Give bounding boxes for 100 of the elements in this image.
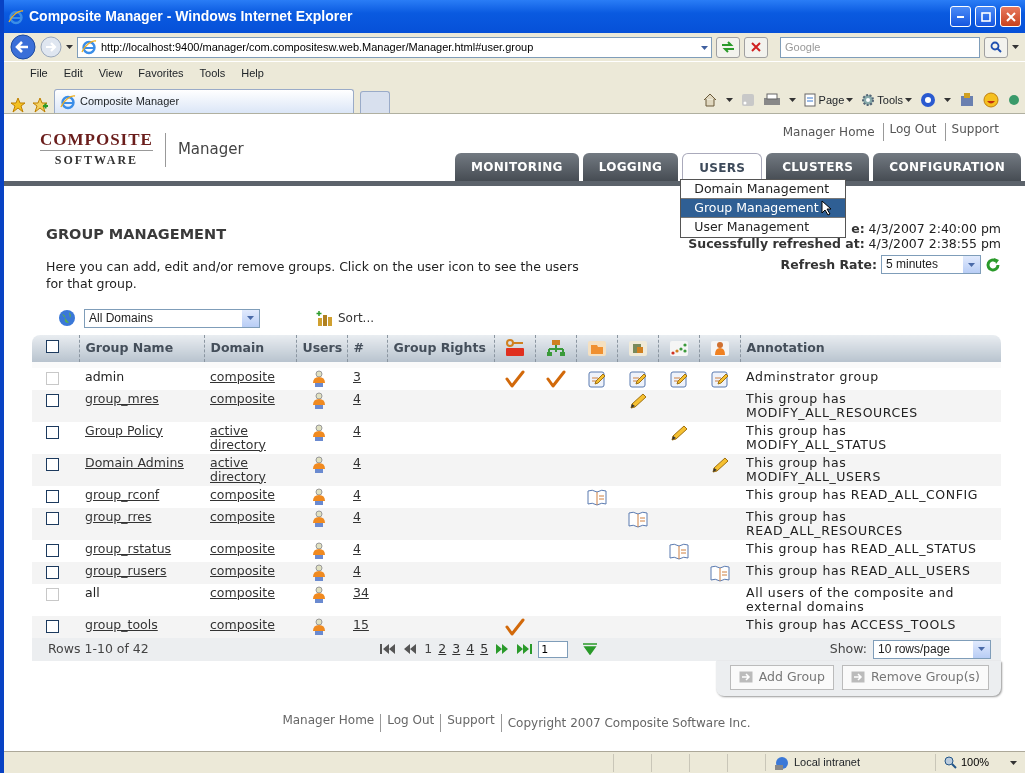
member-count-link[interactable]: 4	[353, 422, 361, 438]
page-input[interactable]: 1	[538, 640, 569, 658]
user-icon	[312, 391, 326, 410]
nav-tab[interactable]: CONFIGURATION	[873, 153, 1021, 181]
action-button[interactable]: Add Group	[729, 664, 834, 690]
domain-link[interactable]: composite	[210, 541, 275, 556]
sort-link[interactable]: Sort...	[316, 309, 375, 328]
menu-item[interactable]: Favorites	[130, 63, 192, 84]
row-checkbox[interactable]	[46, 511, 59, 525]
member-count-link[interactable]: 4	[353, 540, 361, 556]
favorites-star-icon	[10, 97, 26, 113]
domain-select[interactable]: All Domains	[84, 308, 260, 328]
search-options-dropdown[interactable]	[1012, 45, 1019, 49]
last-page-button[interactable]	[516, 643, 533, 656]
member-count-link[interactable]: 4	[353, 454, 361, 470]
nav-tab[interactable]: LOGGING	[582, 153, 679, 181]
header-link[interactable]: Support	[944, 123, 1001, 141]
domain-link[interactable]: composite	[210, 487, 275, 502]
domain-link[interactable]: active directory	[210, 423, 290, 452]
page-link[interactable]: 2	[438, 639, 447, 659]
menu-item[interactable]: File	[22, 63, 56, 84]
row-checkbox[interactable]	[46, 393, 59, 407]
page-link[interactable]: 5	[480, 639, 489, 659]
nav-tab[interactable]: MONITORING	[455, 153, 579, 181]
user-icon	[312, 423, 326, 442]
member-count-link[interactable]: 4	[353, 486, 361, 502]
group-name-link[interactable]: Group Policy	[85, 422, 163, 438]
first-page-button[interactable]	[380, 643, 397, 656]
description-text: Here you can add, edit and/or remove groups. Click on the user icon to see the users for that group.	[46, 257, 580, 292]
go-funnel-icon	[582, 643, 599, 656]
users-button[interactable]	[312, 455, 326, 474]
member-count-link[interactable]: 4	[353, 390, 361, 406]
users-button[interactable]	[312, 563, 326, 582]
address-field[interactable]: http://localhost:9400/manager/com.compositesw.web.Manager/Manager.html#user.group	[77, 36, 712, 58]
stop-icon	[751, 42, 761, 52]
page-link[interactable]: 3	[452, 639, 461, 659]
users-button[interactable]	[312, 541, 326, 560]
refresh-button[interactable]	[716, 36, 740, 58]
member-count-link[interactable]: 4	[353, 562, 361, 578]
column-header[interactable]: #	[353, 339, 364, 355]
refresh-label: Refresh Rate:	[780, 257, 877, 272]
status-text: e: 4/3/2007 2:40:00 pm	[851, 221, 1001, 236]
close-button[interactable]	[1000, 6, 1021, 27]
key-icon	[504, 339, 525, 358]
rows-per-page-select[interactable]: 10 rows/page	[873, 639, 991, 659]
row-checkbox[interactable]	[46, 425, 59, 439]
footer-link[interactable]: Log Out	[387, 713, 442, 732]
row-checkbox[interactable]	[46, 489, 59, 503]
header-link[interactable]: Manager Home	[782, 123, 877, 141]
previous-page-button[interactable]	[402, 643, 419, 656]
refresh-rate-select[interactable]: 5 minutes	[881, 255, 981, 274]
toolbar-menu[interactable]: Tools	[861, 91, 912, 109]
group-name-link[interactable]: group_rstatus	[85, 540, 172, 556]
action-button[interactable]: Remove Group(s)	[841, 664, 989, 690]
history-dropdown[interactable]	[66, 45, 73, 49]
dropdown-item[interactable]: Group Management	[681, 199, 846, 218]
footer-link[interactable]: Manager Home	[282, 713, 382, 732]
caret-icon	[846, 98, 854, 102]
annotation-text: This group has MODIFY_ALL_STATUS	[746, 423, 888, 452]
users-button[interactable]	[312, 617, 326, 636]
chart-icon	[668, 339, 689, 358]
caret-icon	[1010, 761, 1017, 766]
nav-tab[interactable]: USERS	[682, 153, 763, 181]
users-button[interactable]	[312, 487, 326, 506]
menu-item[interactable]: Edit	[55, 63, 91, 84]
group-name-link[interactable]: group_rconf	[85, 486, 160, 502]
member-count-link[interactable]: 4	[353, 508, 361, 524]
page-link[interactable]: 4	[466, 639, 475, 659]
row-checkbox[interactable]	[46, 565, 59, 579]
users-button[interactable]	[312, 423, 326, 442]
toolbar-menu[interactable]: Page	[803, 91, 854, 109]
menu-item[interactable]: Help	[233, 63, 272, 84]
footer-link[interactable]: Support	[447, 713, 502, 732]
stop-button[interactable]	[744, 36, 768, 58]
zoom-icon	[944, 756, 957, 769]
nav-tab[interactable]: CLUSTERS	[766, 153, 870, 181]
go-to-page-button[interactable]	[582, 643, 599, 656]
header-link[interactable]: Log Out	[882, 123, 939, 141]
users-button[interactable]	[312, 391, 326, 410]
column-header[interactable]: Annotation	[746, 339, 825, 355]
users-button[interactable]	[312, 369, 326, 388]
search-button[interactable]	[984, 36, 1008, 58]
network-zone-icon	[774, 755, 790, 770]
dropdown-item[interactable]: Domain Management	[681, 180, 846, 199]
search-field[interactable]: Google	[780, 36, 980, 58]
minimize-button[interactable]	[950, 6, 971, 27]
annotation-text: This group has MODIFY_ALL_RESOURCES	[746, 391, 919, 420]
users-button[interactable]	[312, 509, 326, 528]
menu-item[interactable]: Tools	[191, 63, 234, 84]
zoom-button[interactable]: 100%	[935, 754, 1025, 771]
refresh-button[interactable]	[985, 256, 1001, 273]
users-button[interactable]	[312, 585, 326, 604]
select-all-checkbox[interactable]	[46, 339, 59, 353]
browser-tab[interactable]: Composite Manager	[54, 89, 354, 113]
menu-item[interactable]: View	[90, 63, 131, 84]
maximize-button[interactable]	[975, 6, 996, 27]
row-checkbox[interactable]	[46, 543, 59, 557]
back-button[interactable]	[10, 34, 36, 60]
row-checkbox[interactable]	[46, 457, 59, 471]
row-checkbox[interactable]	[46, 619, 59, 633]
